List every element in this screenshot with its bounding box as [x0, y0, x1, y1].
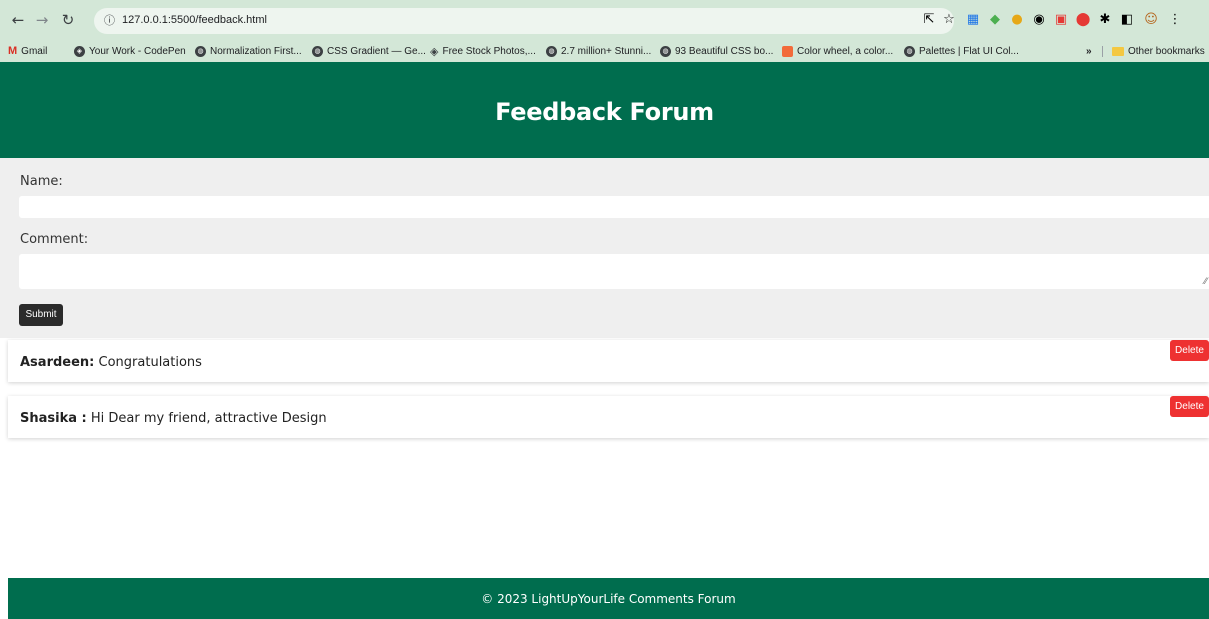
- name-label: Name:: [20, 174, 63, 189]
- bookmarks-overflow-button[interactable]: »: [1086, 43, 1092, 59]
- comment-text: Shasika : Hi Dear my friend, attractive …: [20, 411, 327, 426]
- browser-toolbar: ← → ↻ ⓘ 127.0.0.1:5500/feedback.html ⇱ ☆…: [0, 0, 1209, 40]
- globe-icon: ◍: [546, 45, 557, 57]
- extensions-puzzle-icon[interactable]: ✱: [1096, 11, 1114, 29]
- comment-card: Asardeen: Congratulations Delete: [8, 340, 1209, 382]
- bookmark-stunning[interactable]: ◍ 2.7 million+ Stunni...: [546, 43, 651, 59]
- bookmark-star-icon[interactable]: ☆: [940, 11, 958, 29]
- comment-textarea[interactable]: ⁄⁄: [19, 254, 1209, 289]
- other-bookmarks-label: Other bookmarks: [1128, 45, 1205, 57]
- resize-handle-icon[interactable]: ⁄⁄: [1204, 277, 1207, 287]
- name-input[interactable]: [19, 196, 1209, 218]
- extension-ublock-icon[interactable]: ▣: [1052, 11, 1070, 29]
- codepen-icon: ◈: [74, 45, 85, 57]
- extension-opera-icon[interactable]: ⬤: [1074, 11, 1092, 29]
- bookmarks-divider: [1102, 46, 1103, 57]
- comment-body: Hi Dear my friend, attractive Design: [86, 411, 327, 426]
- page-title: Feedback Forum: [495, 98, 714, 126]
- extension-grammar-icon[interactable]: ◆: [986, 11, 1004, 29]
- extension-record-icon[interactable]: ◉: [1030, 11, 1048, 29]
- bookmark-gmail[interactable]: M Gmail: [8, 43, 47, 59]
- side-panel-icon[interactable]: ◧: [1118, 11, 1136, 29]
- feedback-form: Name: Comment: ⁄⁄ Submit: [0, 158, 1209, 338]
- bookmark-label: Normalization First...: [210, 45, 302, 57]
- comment-author: Shasika :: [20, 411, 87, 426]
- bookmark-css-gradient[interactable]: ◍ CSS Gradient — Ge...: [312, 43, 426, 59]
- comment-card: Shasika : Hi Dear my friend, attractive …: [8, 396, 1209, 438]
- forward-arrow-icon[interactable]: →: [32, 9, 52, 31]
- bookmark-label: Palettes | Flat UI Col...: [919, 45, 1019, 57]
- globe-icon: ◍: [312, 45, 323, 57]
- globe-icon: ◍: [660, 45, 671, 57]
- bookmark-label: Gmail: [21, 45, 48, 57]
- other-bookmarks[interactable]: Other bookmarks: [1112, 43, 1205, 59]
- share-icon[interactable]: ⇱: [920, 11, 938, 29]
- bookmark-palettes[interactable]: ◍ Palettes | Flat UI Col...: [904, 43, 1019, 59]
- comment-author: Asardeen:: [20, 355, 95, 370]
- pexels-icon: ◈: [430, 45, 439, 58]
- bookmark-pexels[interactable]: ◈ Free Stock Photos,...: [430, 43, 536, 59]
- site-info-icon[interactable]: ⓘ: [104, 12, 115, 28]
- bookmark-color-wheel[interactable]: Color wheel, a color...: [782, 43, 893, 59]
- submit-button[interactable]: Submit: [19, 304, 63, 326]
- browser-chrome: ← → ↻ ⓘ 127.0.0.1:5500/feedback.html ⇱ ☆…: [0, 0, 1209, 62]
- delete-button[interactable]: Delete: [1170, 396, 1209, 417]
- browser-menu-icon[interactable]: ⋮: [1166, 11, 1184, 29]
- delete-button[interactable]: Delete: [1170, 340, 1209, 361]
- bookmark-label: CSS Gradient — Ge...: [327, 45, 426, 57]
- bookmark-label: Free Stock Photos,...: [442, 45, 536, 57]
- bookmark-label: Color wheel, a color...: [797, 45, 894, 57]
- globe-icon: ◍: [904, 45, 915, 57]
- extension-colorpick-icon[interactable]: ●: [1008, 11, 1026, 29]
- reload-icon[interactable]: ↻: [58, 9, 78, 31]
- comment-label: Comment:: [20, 232, 89, 247]
- back-arrow-icon[interactable]: ←: [8, 9, 28, 31]
- page: Feedback Forum Name: Comment: ⁄⁄ Submit …: [0, 62, 1209, 619]
- bookmark-label: 93 Beautiful CSS bo...: [675, 45, 774, 57]
- adobe-color-icon: [782, 45, 793, 57]
- bookmark-css-borders[interactable]: ◍ 93 Beautiful CSS bo...: [660, 43, 773, 59]
- bookmark-label: Your Work - CodePen: [89, 45, 186, 57]
- bookmarks-bar: M Gmail ◈ Your Work - CodePen ◍ Normaliz…: [0, 40, 1209, 62]
- folder-icon: [1112, 46, 1124, 56]
- address-url: 127.0.0.1:5500/feedback.html: [122, 14, 267, 26]
- comment-body: Congratulations: [94, 355, 202, 370]
- gmail-icon: M: [8, 45, 18, 57]
- globe-icon: ◍: [195, 45, 206, 57]
- footer-text: © 2023 LightUpYourLife Comments Forum: [481, 592, 736, 606]
- page-footer: © 2023 LightUpYourLife Comments Forum: [8, 578, 1209, 619]
- profile-avatar-icon[interactable]: ☺: [1142, 11, 1160, 29]
- comment-text: Asardeen: Congratulations: [20, 355, 202, 370]
- page-header: Feedback Forum: [0, 62, 1209, 158]
- bookmark-label: 2.7 million+ Stunni...: [561, 45, 652, 57]
- bookmark-codepen[interactable]: ◈ Your Work - CodePen: [74, 43, 186, 59]
- address-bar[interactable]: ⓘ 127.0.0.1:5500/feedback.html: [94, 8, 954, 34]
- bookmark-normalization[interactable]: ◍ Normalization First...: [195, 43, 302, 59]
- extension-translate-icon[interactable]: ▦: [964, 11, 982, 29]
